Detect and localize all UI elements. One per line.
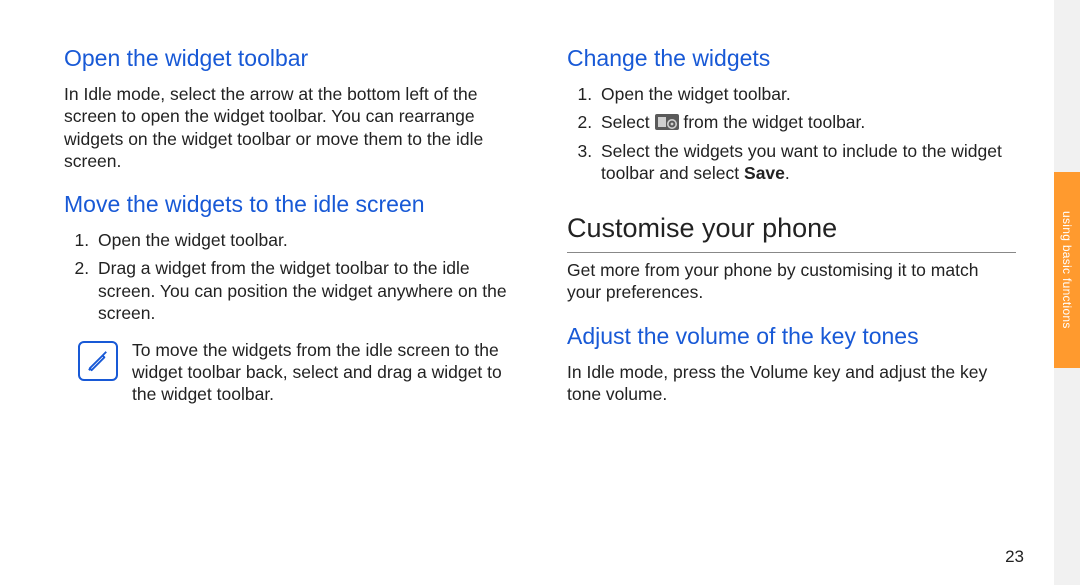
bold-save: Save [744, 163, 785, 183]
steps-move-widgets: Open the widget toolbar. Drag a widget f… [64, 229, 513, 325]
page-number: 23 [1005, 547, 1024, 567]
text-span: from the widget toolbar. [679, 112, 866, 132]
list-item: Open the widget toolbar. [94, 229, 513, 251]
note-block: To move the widgets from the idle screen… [78, 339, 513, 406]
manual-page: Open the widget toolbar In Idle mode, se… [0, 0, 1080, 585]
heading-change-widgets: Change the widgets [567, 44, 1016, 73]
list-item: Select from the widget toolbar. [597, 111, 1016, 133]
note-icon [78, 341, 118, 381]
heading-open-widget-toolbar: Open the widget toolbar [64, 44, 513, 73]
heading-move-widgets: Move the widgets to the idle screen [64, 190, 513, 219]
widget-settings-icon [655, 113, 679, 129]
heading-customise-phone: Customise your phone [567, 212, 1016, 253]
list-item: Select the widgets you want to include t… [597, 140, 1016, 185]
left-column: Open the widget toolbar In Idle mode, se… [64, 44, 513, 555]
side-tab-strip: using basic functions [1054, 0, 1080, 585]
text-span: Select the widgets you want to include t… [601, 141, 1002, 183]
steps-change-widgets: Open the widget toolbar. Select from the… [567, 83, 1016, 185]
paragraph-adjust-volume: In Idle mode, press the Volume key and a… [567, 361, 1016, 406]
text-span: Select [601, 112, 655, 132]
list-item: Drag a widget from the widget toolbar to… [94, 257, 513, 324]
side-tab-active: using basic functions [1054, 172, 1080, 368]
paragraph-open-widget-toolbar: In Idle mode, select the arrow at the bo… [64, 83, 513, 173]
note-text: To move the widgets from the idle screen… [132, 339, 513, 406]
side-tab-label: using basic functions [1060, 211, 1074, 329]
text-span: . [785, 163, 790, 183]
paragraph-customise-phone: Get more from your phone by customising … [567, 259, 1016, 304]
list-item: Open the widget toolbar. [597, 83, 1016, 105]
right-column: Change the widgets Open the widget toolb… [567, 44, 1016, 555]
heading-adjust-volume: Adjust the volume of the key tones [567, 322, 1016, 351]
